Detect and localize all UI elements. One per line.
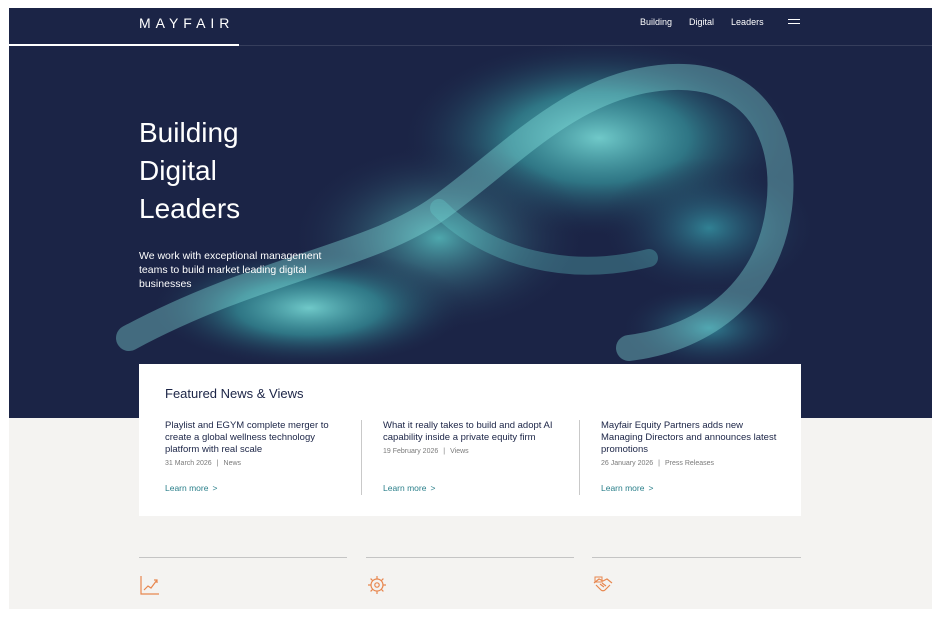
news-headline[interactable]: Playlist and EGYM complete merger to cre…: [165, 420, 345, 456]
hamburger-menu-icon[interactable]: [788, 19, 800, 26]
nav-accent-underline: [9, 44, 239, 46]
news-item: What it really takes to build and adopt …: [383, 420, 563, 495]
feature-divider: [592, 557, 801, 558]
hero-headline-line: Building: [139, 117, 239, 148]
hero-subcopy: We work with exceptional management team…: [139, 250, 322, 290]
feature-divider: [139, 557, 347, 558]
news-date: 31 March 2026: [165, 460, 212, 467]
news-category: Press Releases: [664, 460, 715, 467]
hero-headline: Building Digital Leaders: [139, 114, 240, 228]
news-item: Mayfair Equity Partners adds new Managin…: [601, 420, 781, 495]
chevron-right-icon: >: [430, 483, 436, 493]
news-headline[interactable]: What it really takes to build and adopt …: [383, 420, 563, 444]
news-meta: 26 January 2026 | Press Releases: [601, 460, 781, 467]
nav-item-digital[interactable]: Digital: [689, 17, 714, 27]
news-category: Views: [450, 448, 469, 455]
meta-separator: |: [443, 448, 446, 455]
news-date: 19 February 2026: [383, 448, 439, 455]
feature-divider: [366, 557, 574, 558]
learn-more-link[interactable]: Learn more >: [383, 483, 435, 493]
hero-section: MAYFAIR Building Digital Leaders Buildin…: [9, 8, 932, 418]
meta-separator: |: [658, 460, 660, 467]
chevron-right-icon: >: [648, 483, 654, 493]
handshake-icon: [593, 576, 613, 592]
hero-headline-line: Leaders: [139, 193, 241, 224]
news-divider: [579, 420, 580, 495]
hero-headline-line: Digital: [139, 155, 217, 186]
nav-item-leaders[interactable]: Leaders: [731, 17, 764, 27]
learn-more-link[interactable]: Learn more >: [601, 483, 653, 493]
mayfair-logo[interactable]: MAYFAIR: [139, 15, 234, 31]
gear-brain-icon: [368, 576, 386, 594]
page-frame: MAYFAIR Building Digital Leaders Buildin…: [9, 8, 932, 609]
meta-separator: |: [216, 460, 219, 467]
featured-news-title: Featured News & Views: [165, 386, 304, 401]
news-item: Playlist and EGYM complete merger to cre…: [165, 420, 345, 495]
learn-more-link[interactable]: Learn more >: [165, 483, 217, 493]
nav-item-building[interactable]: Building: [640, 17, 672, 27]
chevron-right-icon: >: [212, 483, 218, 493]
news-divider: [361, 420, 362, 495]
top-navigation-bar: MAYFAIR Building Digital Leaders: [9, 8, 932, 46]
growth-chart-icon: [140, 576, 159, 595]
news-meta: 31 March 2026 | News: [165, 460, 345, 467]
featured-news-card: Featured News & Views Playlist and EGYM …: [139, 364, 801, 516]
primary-nav: Building Digital Leaders: [640, 17, 764, 27]
news-headline[interactable]: Mayfair Equity Partners adds new Managin…: [601, 420, 781, 456]
news-category: News: [223, 460, 242, 467]
learn-more-label: Learn more: [165, 483, 209, 493]
news-meta: 19 February 2026 | Views: [383, 448, 563, 455]
news-date: 26 January 2026: [601, 460, 654, 467]
learn-more-label: Learn more: [383, 483, 427, 493]
learn-more-label: Learn more: [601, 483, 645, 493]
